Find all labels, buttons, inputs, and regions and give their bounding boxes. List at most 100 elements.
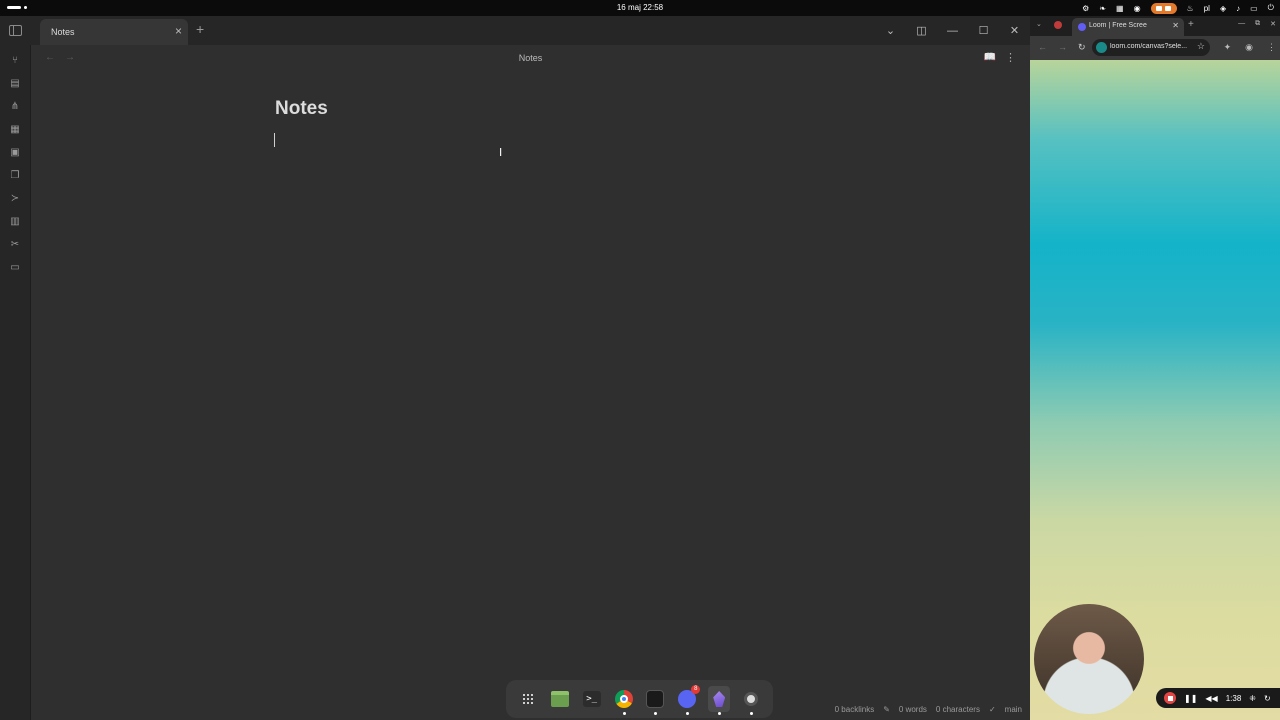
site-info-icon[interactable] [1096, 42, 1107, 53]
reading-view-icon[interactable]: 📖 [984, 52, 996, 63]
more-options-icon[interactable]: ⋮ [1005, 51, 1016, 64]
edit-icon[interactable]: ✎ [883, 705, 890, 714]
new-tab-plus-icon[interactable]: + [1188, 19, 1194, 30]
screen-recording-indicator[interactable] [1150, 2, 1177, 14]
tab-search-icon[interactable]: ⌄ [1036, 20, 1042, 29]
close-window-icon[interactable]: ✕ [999, 24, 1030, 37]
presentation-icon[interactable]: ▥ [9, 216, 21, 228]
dock-chrome[interactable] [613, 688, 635, 715]
feather-tray-icon[interactable]: ❧ [1099, 4, 1106, 13]
window-controls: ⌄ ◫ — ☐ ✕ [875, 16, 1030, 45]
address-bar: ← → ↻ loom.com/canvas?sele... ☆ ✦ ◉ ⋮ [1030, 36, 1280, 60]
url-field[interactable]: loom.com/canvas?sele... ☆ [1092, 39, 1210, 56]
reload-icon[interactable]: ↻ [1078, 42, 1086, 53]
page-icon[interactable]: ▤ [9, 78, 21, 90]
maximize-icon[interactable]: ☐ [968, 24, 999, 37]
grid-tray-icon[interactable]: ▦ [1116, 4, 1124, 13]
word-count: 0 words [898, 705, 927, 714]
note-title[interactable]: Notes [275, 98, 328, 120]
pinned-tab-icon[interactable] [1053, 21, 1062, 29]
graph-icon[interactable]: ⋔ [9, 101, 21, 113]
fire-tray-icon[interactable]: ♨ [1187, 4, 1194, 13]
minimize-icon[interactable]: — [937, 25, 968, 37]
system-tray: ⚙ ❧ ▦ ◉ ♨ pl ◈ ♪ ▭ ⏻ [1082, 1, 1274, 15]
menu-kebab-icon[interactable]: ⋮ [1267, 42, 1276, 53]
forward-arrow-icon[interactable]: → [1058, 42, 1067, 53]
extensions-icon[interactable]: ✦ [1224, 42, 1232, 53]
view-header: ← → Notes 📖 ⋮ [31, 45, 1030, 73]
terminal-icon[interactable]: ≻ [9, 193, 21, 205]
power-icon[interactable]: ⏻ [1268, 3, 1274, 13]
close-tab-icon[interactable]: × [175, 25, 182, 37]
browser-tab-loom[interactable]: Loom | Free Scree ✕ [1072, 18, 1184, 36]
browser-toolbar-right: ✦ ◉ ⋮ [1224, 42, 1276, 53]
dock-files[interactable] [549, 688, 571, 710]
text-caret[interactable] [274, 133, 275, 147]
browser-nav: ← → ↻ [1038, 42, 1086, 53]
text-cursor-icon: I [499, 146, 503, 159]
discord-tray-icon[interactable]: ◉ [1134, 4, 1141, 13]
dock-settings[interactable] [740, 688, 762, 715]
dock-cube[interactable] [644, 688, 666, 715]
git-icon[interactable]: ⑂ [9, 55, 21, 67]
close-window-icon[interactable]: ✕ [1270, 20, 1276, 28]
obsidian-window: Notes × + ⌄ ◫ — ☐ ✕ ⑂ ▤ ⋔ ▦ ▣ ❐ ≻ ▥ ✂ ▭ … [0, 16, 1030, 720]
grid-options-icon[interactable]: ⁜ [1249, 694, 1256, 703]
recording-timer: 1:38 [1225, 693, 1242, 703]
dock-terminal[interactable]: >_ [581, 688, 603, 710]
tab-strip-left: ⌄ [1036, 20, 1062, 29]
tools-icon[interactable]: ✂ [9, 239, 21, 251]
dock-app-grid[interactable] [517, 688, 539, 710]
chat-icon[interactable]: ▭ [9, 262, 21, 274]
keyboard-layout[interactable]: pl [1204, 4, 1210, 13]
restart-recording-icon[interactable]: ↻ [1264, 694, 1271, 703]
network-icon[interactable]: ◈ [1220, 4, 1226, 13]
webcam-bubble[interactable] [1034, 604, 1144, 714]
back-arrow-icon[interactable]: ← [1038, 42, 1047, 53]
browser-tab-strip: ⌄ Loom | Free Scree ✕ + — ⧉ ✕ [1030, 16, 1280, 36]
dock-discord[interactable]: 8 [676, 685, 701, 715]
bookmark-star-icon[interactable]: ☆ [1197, 41, 1205, 52]
tab-notes[interactable]: Notes × [40, 19, 188, 45]
right-sidebar-icon[interactable]: ◫ [906, 24, 937, 37]
calendar-icon[interactable]: ▣ [9, 147, 21, 159]
plus-icon[interactable]: + [196, 22, 204, 36]
grid-icon[interactable]: ▦ [9, 124, 21, 136]
battery-icon[interactable]: ▭ [1250, 4, 1258, 13]
git-branch[interactable]: main [1005, 705, 1022, 714]
url-text[interactable]: loom.com/canvas?sele... [1110, 43, 1188, 50]
volume-icon[interactable]: ♪ [1236, 4, 1240, 13]
restore-icon[interactable]: ⧉ [1255, 20, 1260, 28]
copy-icon[interactable]: ❐ [9, 170, 21, 182]
pause-icon[interactable]: ❚❚ [1184, 694, 1197, 703]
chrome-icon [614, 690, 633, 708]
files-icon [550, 691, 569, 707]
restart-icon[interactable]: ◀◀ [1205, 694, 1217, 703]
obsidian-icon [708, 686, 731, 712]
dock-obsidian[interactable] [708, 686, 731, 715]
profile-avatar-icon[interactable]: ◉ [1245, 42, 1253, 53]
backlinks-count[interactable]: 0 backlinks [835, 705, 875, 714]
settings-tray-icon[interactable]: ⚙ [1082, 4, 1089, 13]
minimize-icon[interactable]: — [1238, 20, 1245, 28]
sidebar-toggle-icon[interactable] [9, 25, 22, 36]
chevron-down-icon[interactable]: ⌄ [875, 24, 906, 37]
status-bar: 0 backlinks ✎ 0 words 0 characters ✓ mai… [835, 705, 1022, 714]
stop-recording-button[interactable] [1164, 692, 1176, 704]
left-ribbon: ⑂ ▤ ⋔ ▦ ▣ ❐ ≻ ▥ ✂ ▭ [0, 45, 31, 720]
browser-tab-title: Loom | Free Scree [1089, 22, 1147, 29]
notification-badge: 8 [691, 685, 701, 694]
system-top-bar: 16 maj 22:58 ⚙ ❧ ▦ ◉ ♨ pl ◈ ♪ ▭ ⏻ [0, 0, 1280, 16]
sync-check-icon[interactable]: ✓ [989, 705, 996, 714]
apps-grid-icon [521, 693, 534, 705]
tab-title: Notes [51, 27, 75, 37]
cube-icon [646, 690, 665, 708]
close-tab-icon[interactable]: ✕ [1172, 21, 1179, 30]
browser-window: ⌄ Loom | Free Scree ✕ + — ⧉ ✕ ← → ↻ loom… [1030, 16, 1280, 720]
tab-bar: Notes × + ⌄ ◫ — ☐ ✕ [0, 16, 1030, 45]
loom-recording-controls: ❚❚ ◀◀ 1:38 ⁜ ↻ [1156, 688, 1280, 708]
settings-icon [744, 692, 759, 706]
character-count: 0 characters [935, 705, 980, 714]
terminal-app-icon: >_ [582, 691, 601, 707]
view-title[interactable]: Notes [31, 53, 1030, 63]
